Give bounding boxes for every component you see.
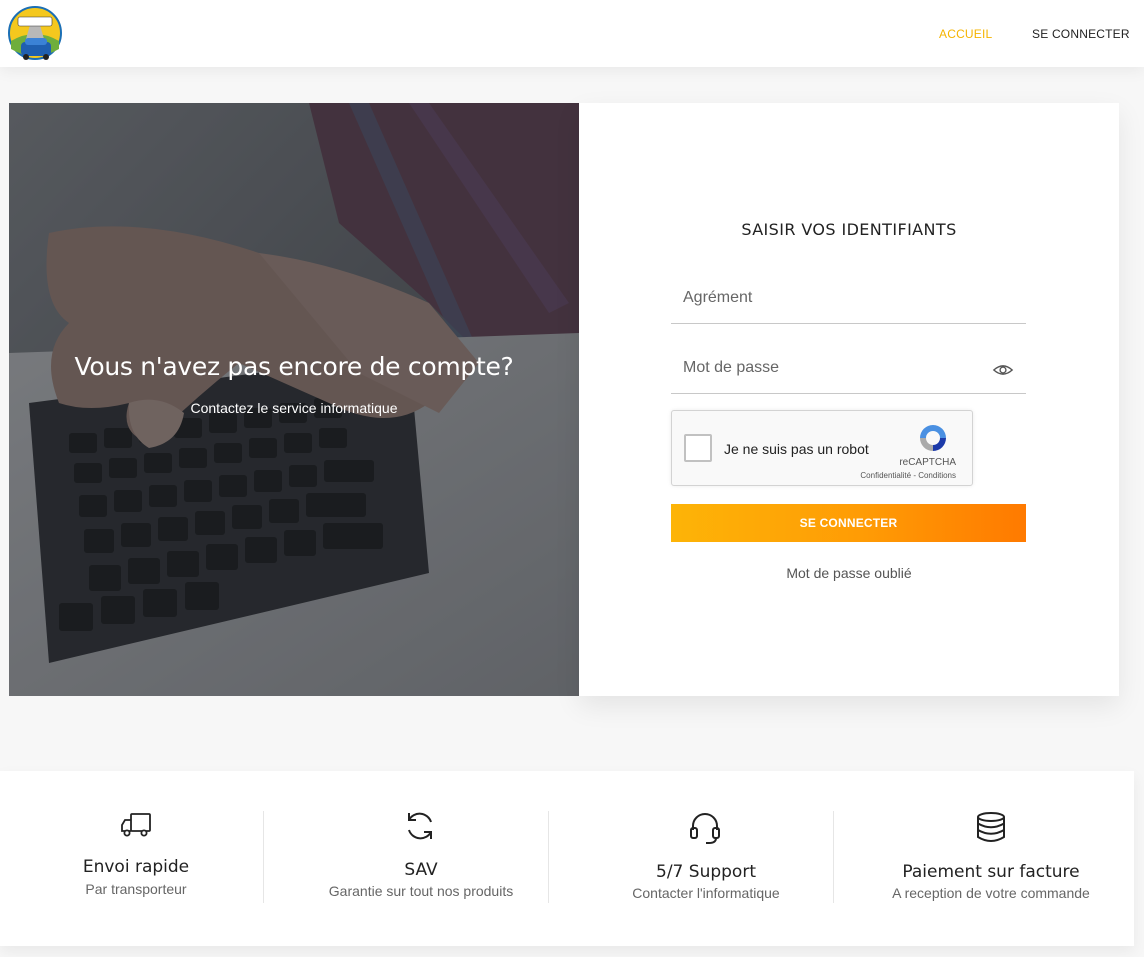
feature-subtitle: Par transporteur: [85, 881, 187, 897]
hero-title: Vous n'avez pas encore de compte?: [74, 352, 514, 381]
nav-se-connecter[interactable]: SE CONNECTER: [1032, 27, 1130, 41]
features-bar: Envoi rapide Par transporteur SAV Garant…: [0, 771, 1134, 946]
password-field: [671, 344, 1026, 394]
agrement-input[interactable]: [683, 284, 983, 312]
recaptcha-brand: reCAPTCHA: [899, 457, 956, 468]
feature-title: SAV: [404, 860, 438, 880]
feature-title: 5/7 Support: [656, 862, 756, 882]
password-input[interactable]: [683, 354, 983, 382]
headset-icon: [690, 813, 720, 844]
refresh-icon: [408, 812, 432, 840]
recaptcha-checkbox[interactable]: [684, 434, 712, 462]
agrement-field: [671, 274, 1026, 324]
feature-support: 5/7 Support Contacter l'informatique: [578, 771, 834, 946]
feature-envoi-rapide: Envoi rapide Par transporteur: [0, 771, 272, 946]
recaptcha-label: Je ne suis pas un robot: [724, 441, 869, 457]
feature-paiement: Paiement sur facture A reception de votr…: [848, 771, 1134, 946]
logo-image: [8, 6, 62, 60]
feature-title: Paiement sur facture: [902, 862, 1080, 882]
feature-subtitle: Garantie sur tout nos produits: [328, 883, 514, 899]
feature-subtitle: A reception de votre commande: [892, 885, 1090, 901]
recaptcha-links[interactable]: Confidentialité - Conditions: [838, 471, 968, 480]
se-connecter-button[interactable]: SE CONNECTER: [671, 504, 1026, 542]
recaptcha-widget: Je ne suis pas un robot reCAPTCHA Confid…: [671, 410, 973, 486]
nav-accueil[interactable]: ACCUEIL: [939, 27, 992, 41]
feature-sav: SAV Garantie sur tout nos produits: [293, 771, 549, 946]
feature-title: Envoi rapide: [82, 857, 190, 877]
login-title: SAISIR VOS IDENTIFIANTS: [741, 220, 957, 239]
top-header: ACCUEIL SE CONNECTER: [0, 0, 1144, 67]
login-card: SAISIR VOS IDENTIFIANTS Je ne suis pas u…: [579, 103, 1119, 696]
feature-divider: [548, 811, 549, 903]
feature-divider: [833, 811, 834, 903]
database-icon: [977, 812, 1005, 842]
eye-icon[interactable]: [992, 359, 1014, 381]
truck-icon: [121, 813, 151, 837]
hero-panel: Vous n'avez pas encore de compte? Contac…: [9, 103, 579, 696]
feature-divider: [263, 811, 264, 903]
forgot-password-link[interactable]: Mot de passe oublié: [579, 565, 1119, 581]
logo[interactable]: [8, 5, 62, 62]
hero-subtitle: Contactez le service informatique: [190, 400, 398, 416]
feature-subtitle: Contacter l'informatique: [632, 885, 780, 901]
recaptcha-logo-icon: [920, 425, 946, 451]
